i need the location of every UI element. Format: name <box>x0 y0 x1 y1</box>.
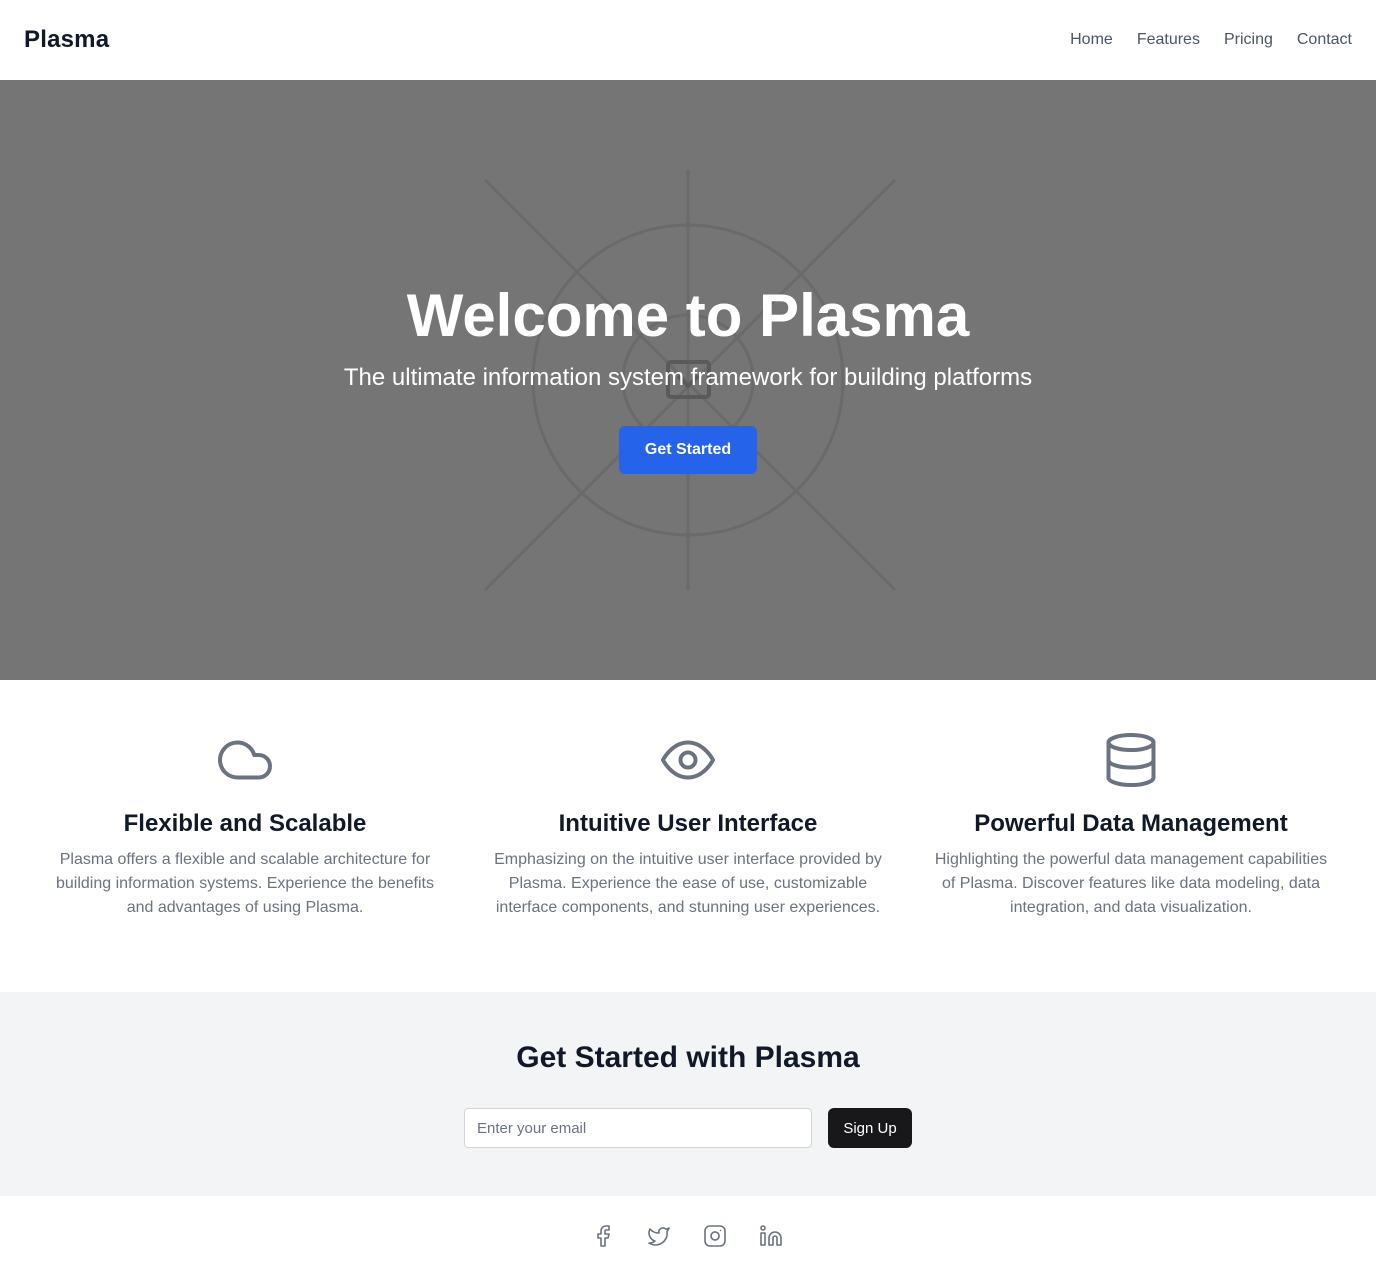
feature-description: Emphasizing on the intuitive user interf… <box>494 851 882 916</box>
hero-subtitle: The ultimate information system framewor… <box>343 364 1033 391</box>
sign-up-button[interactable]: Sign Up <box>828 1108 912 1148</box>
feature-title: Powerful Data Management <box>974 810 1288 837</box>
feature-title: Flexible and Scalable <box>123 810 367 837</box>
hero-content: Welcome to Plasma The ultimate informati… <box>0 80 1376 680</box>
instagram-icon[interactable] <box>703 1224 727 1248</box>
eye-icon <box>661 740 715 780</box>
linkedin-icon[interactable] <box>759 1224 783 1248</box>
hero-section: Welcome to Plasma The ultimate informati… <box>0 80 1376 680</box>
twitter-icon[interactable] <box>647 1224 671 1248</box>
feature-description: Plasma offers a flexible and scalable ar… <box>56 851 434 916</box>
email-input[interactable] <box>464 1108 812 1148</box>
feature-title: Intuitive User Interface <box>558 810 818 837</box>
nav-link-home[interactable]: Home <box>1070 31 1113 49</box>
get-started-button[interactable]: Get Started <box>619 426 757 474</box>
nav-link-features[interactable]: Features <box>1137 31 1200 49</box>
signup-title: Get Started with Plasma <box>516 1041 860 1074</box>
main-nav: Home Features Pricing Contact <box>1070 31 1352 49</box>
site-footer <box>0 1196 1376 1276</box>
nav-link-pricing[interactable]: Pricing <box>1224 31 1273 49</box>
nav-link-contact[interactable]: Contact <box>1297 31 1352 49</box>
signup-section: Get Started with Plasma Sign Up <box>0 992 1376 1196</box>
cloud-icon <box>218 740 272 780</box>
hero-title: Welcome to Plasma <box>406 282 970 349</box>
site-header: Plasma Home Features Pricing Contact <box>0 0 1376 80</box>
database-icon <box>1106 733 1156 787</box>
social-links <box>591 1224 783 1248</box>
facebook-icon[interactable] <box>591 1224 615 1248</box>
feature-description: Highlighting the powerful data managemen… <box>934 851 1328 916</box>
features-section: Flexible and Scalable Plasma offers a fl… <box>0 680 1376 992</box>
brand-logo[interactable]: Plasma <box>24 26 109 54</box>
